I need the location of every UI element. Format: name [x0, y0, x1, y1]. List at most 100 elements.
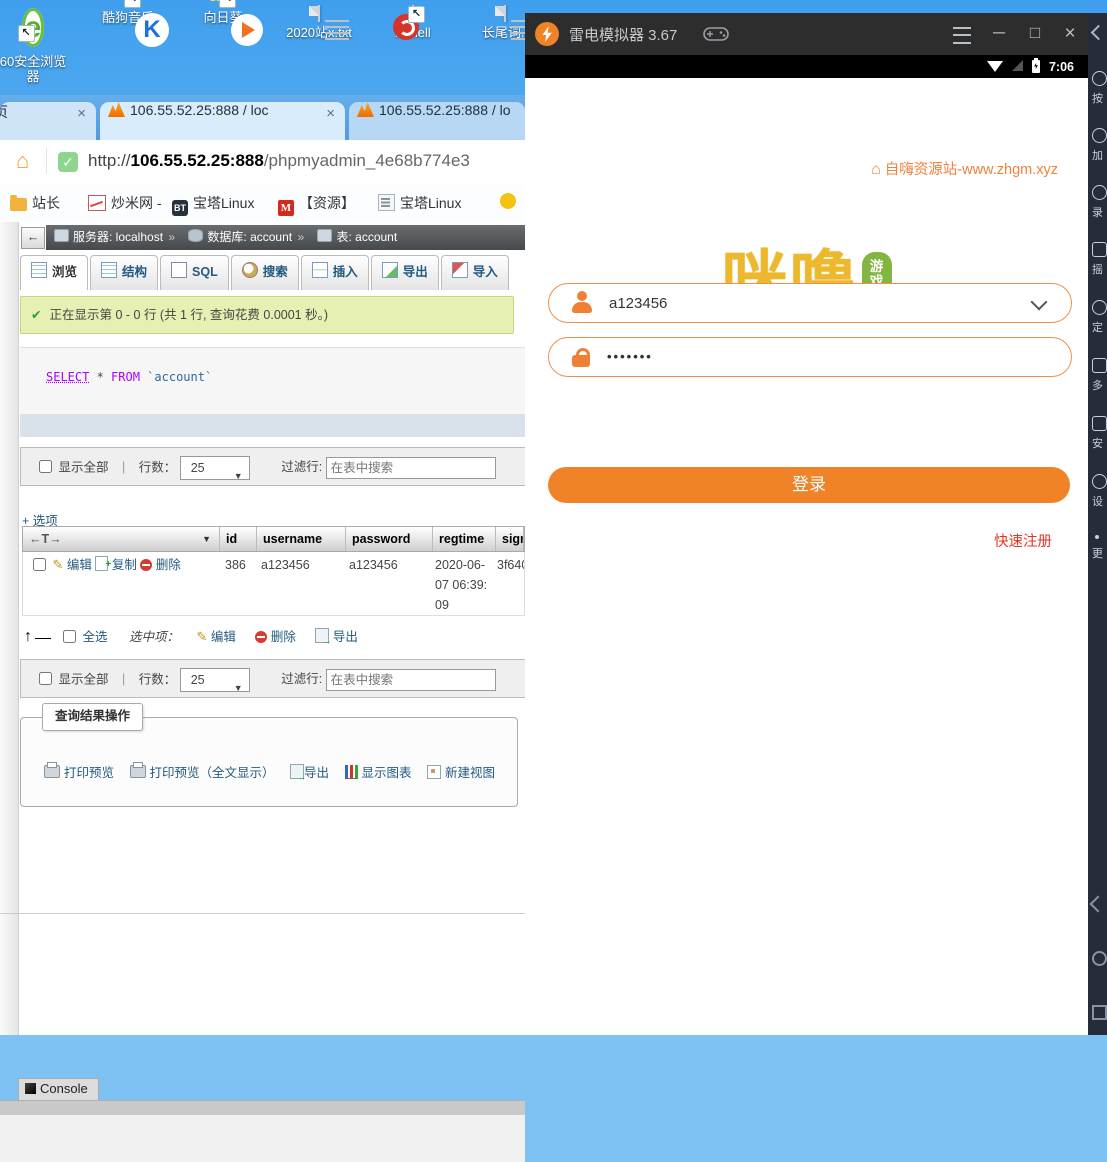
desktop-icon-label: 2020站x.txt — [276, 25, 362, 40]
desktop-icon-kugou[interactable]: K ↖ 酷狗音乐 — [85, 6, 171, 25]
sidebar-item[interactable]: 多 — [1092, 358, 1107, 393]
row-edit-link[interactable]: 编辑 — [67, 558, 92, 572]
server-icon — [54, 229, 69, 242]
tab-insert[interactable]: 插入 — [301, 255, 369, 290]
sidebar-item[interactable]: 安 — [1092, 416, 1107, 451]
desktop-icon-sunflower[interactable]: 10 ↖ 向日葵 — [180, 6, 266, 25]
browser-window: 页 × 106.55.52.25:888 / loc × 106.55.52.2… — [0, 95, 525, 1035]
show-all-checkbox[interactable] — [39, 672, 52, 685]
tab-structure[interactable]: 结构 — [90, 255, 158, 290]
horizontal-scrollbar[interactable] — [0, 1100, 525, 1116]
password-field[interactable]: ••••••• — [548, 337, 1072, 377]
console-icon — [25, 1083, 36, 1094]
bookmark-item[interactable] — [500, 193, 521, 209]
bookmark-item[interactable]: 站长 — [10, 193, 60, 213]
bookmark-item[interactable]: 炒米网 - — [88, 193, 162, 213]
selected-export-link[interactable]: 导出 — [333, 630, 358, 644]
tab-close-icon[interactable]: × — [77, 105, 86, 122]
tab-export[interactable]: 导出 — [371, 255, 439, 290]
dot-icon — [1095, 535, 1099, 539]
column-header-sign[interactable]: sign — [496, 527, 524, 551]
sidebar-item[interactable]: 摇 — [1092, 242, 1107, 277]
desktop-icon-txt-2020[interactable]: 2020站x.txt — [276, 6, 362, 40]
username-input[interactable] — [607, 284, 991, 324]
browser-tab-inactive[interactable]: 106.55.52.25:888 / lo — [349, 102, 525, 140]
divider — [0, 913, 525, 914]
status-time: 7:06 — [1049, 60, 1074, 74]
desktop-icon-360browser[interactable]: e ↖ 60安全浏览 器 — [0, 6, 76, 84]
desktop-icon-xshell[interactable]: ↖ Xshell — [370, 6, 456, 40]
home-icon[interactable]: ⌂ — [16, 148, 29, 174]
emulator-window: 雷电模拟器 3.67 ─ □ × 7:06 ⌂自嗨资源站-www.zhgm.xy… — [525, 13, 1107, 1035]
sql-query-box: SELECT * FROM `account` — [20, 347, 525, 415]
show-all-checkbox[interactable] — [39, 460, 52, 473]
print-preview-link[interactable]: 打印预览 — [64, 766, 114, 780]
export-link[interactable]: 导出 — [304, 766, 329, 780]
console-toggle[interactable]: Console — [18, 1078, 99, 1100]
m-site-icon: M — [278, 200, 294, 216]
tab-import[interactable]: 导入 — [441, 255, 509, 290]
tab-sql[interactable]: SQL — [160, 255, 229, 290]
chevron-down-icon[interactable] — [1031, 294, 1048, 311]
create-view-link[interactable]: 新建视图 — [445, 766, 495, 780]
print-preview-full-link[interactable]: 打印预览（全文显示） — [150, 766, 275, 780]
row-checkbox[interactable] — [33, 558, 46, 571]
table-row: ✎ 编辑 复制 删除 386 a123456 a123456 2020-06-0… — [22, 552, 525, 616]
sidebar-item[interactable]: 设 — [1092, 474, 1107, 509]
sidebar-item[interactable]: 录 — [1092, 185, 1107, 220]
android-back-icon[interactable] — [1090, 896, 1107, 913]
username-field[interactable] — [548, 283, 1072, 323]
android-recents-icon[interactable] — [1092, 1005, 1107, 1020]
login-button[interactable]: 登录 — [548, 467, 1070, 503]
column-header-username[interactable]: username — [257, 527, 346, 551]
rows-per-page-select[interactable]: 25▼ — [180, 668, 250, 692]
sql-toolbar-strip — [20, 415, 525, 437]
bookmark-item[interactable]: 宝塔Linux — [378, 193, 461, 213]
browser-tab-active[interactable]: 106.55.52.25:888 / loc × — [100, 102, 345, 140]
selected-delete-link[interactable]: 删除 — [271, 630, 296, 644]
rows-per-page-select[interactable]: 25▼ — [180, 456, 250, 480]
site-link[interactable]: ⌂自嗨资源站-www.zhgm.xyz — [871, 158, 1058, 179]
tab-browse[interactable]: 浏览 — [20, 255, 88, 290]
check-all-checkbox[interactable] — [63, 630, 76, 643]
password-masked-text[interactable]: ••••••• — [607, 338, 987, 376]
cell-password: a123456 — [343, 552, 429, 615]
sql-keyword[interactable]: SELECT — [46, 370, 89, 384]
minimize-button[interactable]: ─ — [987, 23, 1011, 43]
close-button[interactable]: × — [1058, 23, 1082, 45]
column-header-id[interactable]: id — [220, 527, 257, 551]
browser-tab-partial[interactable]: 页 × — [0, 102, 96, 140]
sidebar-item[interactable]: 加 — [1092, 128, 1107, 163]
url-text[interactable]: http://106.55.52.25:888/phpmyadmin_4e68b… — [88, 151, 524, 171]
column-header-regtime[interactable]: regtime — [433, 527, 496, 551]
selected-edit-link[interactable]: 编辑 — [211, 630, 236, 644]
display-chart-link[interactable]: 显示图表 — [362, 766, 412, 780]
pma-nav-collapse-button[interactable]: ← — [21, 227, 45, 249]
android-home-icon[interactable] — [1092, 951, 1107, 966]
battery-icon — [1032, 60, 1040, 73]
cell-sign: 3f640d — [491, 552, 524, 615]
filter-rows-input[interactable] — [326, 669, 496, 691]
column-header-password[interactable]: password — [346, 527, 433, 551]
sidebar-item-icon — [1092, 242, 1107, 257]
filter-rows-input[interactable] — [326, 457, 496, 479]
sidebar-item-more[interactable]: 更 — [1092, 535, 1107, 561]
maximize-button[interactable]: □ — [1023, 23, 1047, 43]
row-delete-link[interactable]: 删除 — [156, 558, 181, 572]
sort-caret-icon[interactable]: ▼ — [202, 527, 211, 551]
bookmark-item[interactable]: M【资源】 — [278, 193, 355, 216]
row-copy-link[interactable]: 复制 — [112, 558, 137, 572]
column-handle[interactable]: ←Τ→ — [29, 532, 62, 546]
tab-search[interactable]: 搜索 — [231, 255, 299, 290]
quick-register-link[interactable]: 快速注册 — [994, 530, 1052, 551]
tab-close-icon[interactable]: × — [326, 105, 335, 122]
sidebar-item[interactable]: 定 — [1092, 300, 1107, 335]
table-icon — [317, 229, 332, 242]
bookmark-item[interactable]: BT宝塔Linux — [172, 193, 254, 216]
security-shield-icon[interactable]: ✓ — [58, 152, 78, 172]
check-all-link[interactable]: 全选 — [82, 630, 107, 644]
menu-icon[interactable] — [953, 27, 971, 44]
sidebar-collapse-icon[interactable] — [1091, 25, 1107, 41]
sidebar-item[interactable]: 按 — [1092, 71, 1107, 106]
sidebar-item-icon — [1092, 474, 1107, 489]
